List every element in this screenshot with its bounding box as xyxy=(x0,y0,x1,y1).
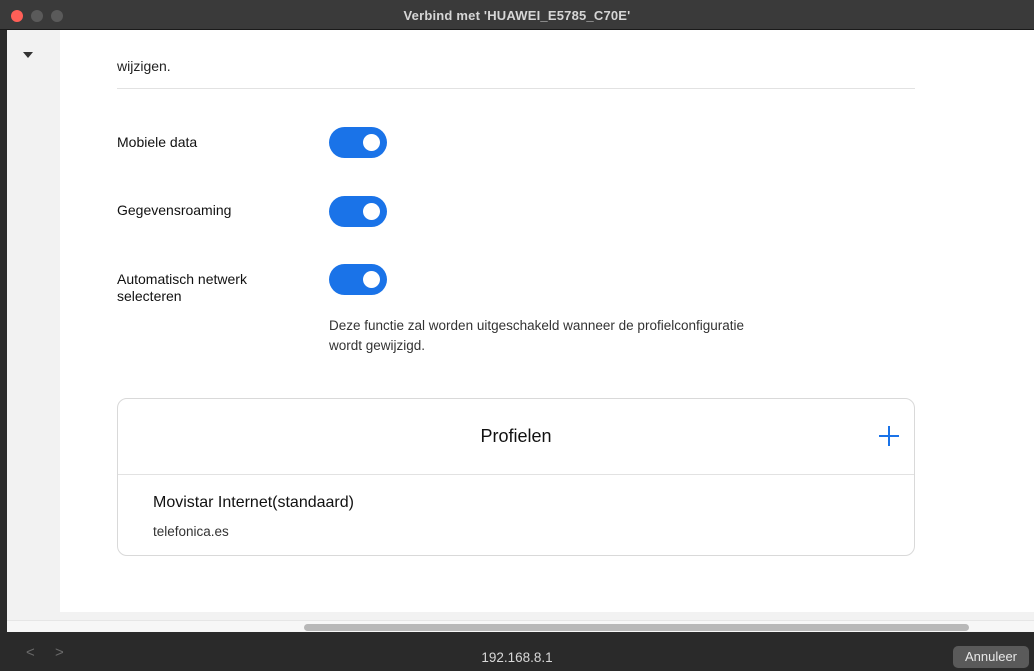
profile-apn: telefonica.es xyxy=(153,524,229,539)
bottom-bar: < > 192.168.8.1 Annuleer xyxy=(0,633,1034,671)
data-roaming-toggle[interactable] xyxy=(329,196,387,227)
toggle-knob xyxy=(363,203,380,220)
sidebar xyxy=(7,30,60,620)
settings-panel: wijzigen. Mobiele data Gegevensroaming A… xyxy=(60,30,1034,612)
horizontal-scrollbar[interactable] xyxy=(7,620,1034,632)
mobile-data-toggle[interactable] xyxy=(329,127,387,158)
auto-network-toggle[interactable] xyxy=(329,264,387,295)
cancel-button[interactable]: Annuleer xyxy=(953,646,1029,668)
title-bar: Verbind met 'HUAWEI_E5785_C70E' xyxy=(0,0,1034,30)
window: Verbind met 'HUAWEI_E5785_C70E' wijzigen… xyxy=(0,0,1034,671)
profile-item[interactable]: Movistar Internet(standaard) telefonica.… xyxy=(118,476,914,556)
data-roaming-label: Gegevensroaming xyxy=(117,202,232,218)
caret-down-icon[interactable] xyxy=(23,52,33,58)
mobile-data-label: Mobiele data xyxy=(117,134,198,150)
address-text: 192.168.8.1 xyxy=(481,650,553,665)
auto-network-hint: Deze functie zal worden uitgeschakeld wa… xyxy=(329,318,744,353)
profiles-header: Profielen xyxy=(118,399,914,475)
profile-name: Movistar Internet(standaard) xyxy=(153,494,354,511)
scrollbar-thumb[interactable] xyxy=(304,624,969,631)
intro-text: wijzigen. xyxy=(117,58,171,74)
window-title: Verbind met 'HUAWEI_E5785_C70E' xyxy=(403,8,631,23)
plus-icon[interactable] xyxy=(878,425,900,447)
profiles-card: Profielen Movistar Internet(standaard) t… xyxy=(117,398,915,556)
toggle-knob xyxy=(363,134,380,151)
divider xyxy=(117,88,915,89)
toggle-knob xyxy=(363,271,380,288)
content-viewport: wijzigen. Mobiele data Gegevensroaming A… xyxy=(7,30,1034,620)
auto-network-label: Automatisch netwerk selecteren xyxy=(117,271,247,304)
profiles-title: Profielen xyxy=(480,426,552,446)
